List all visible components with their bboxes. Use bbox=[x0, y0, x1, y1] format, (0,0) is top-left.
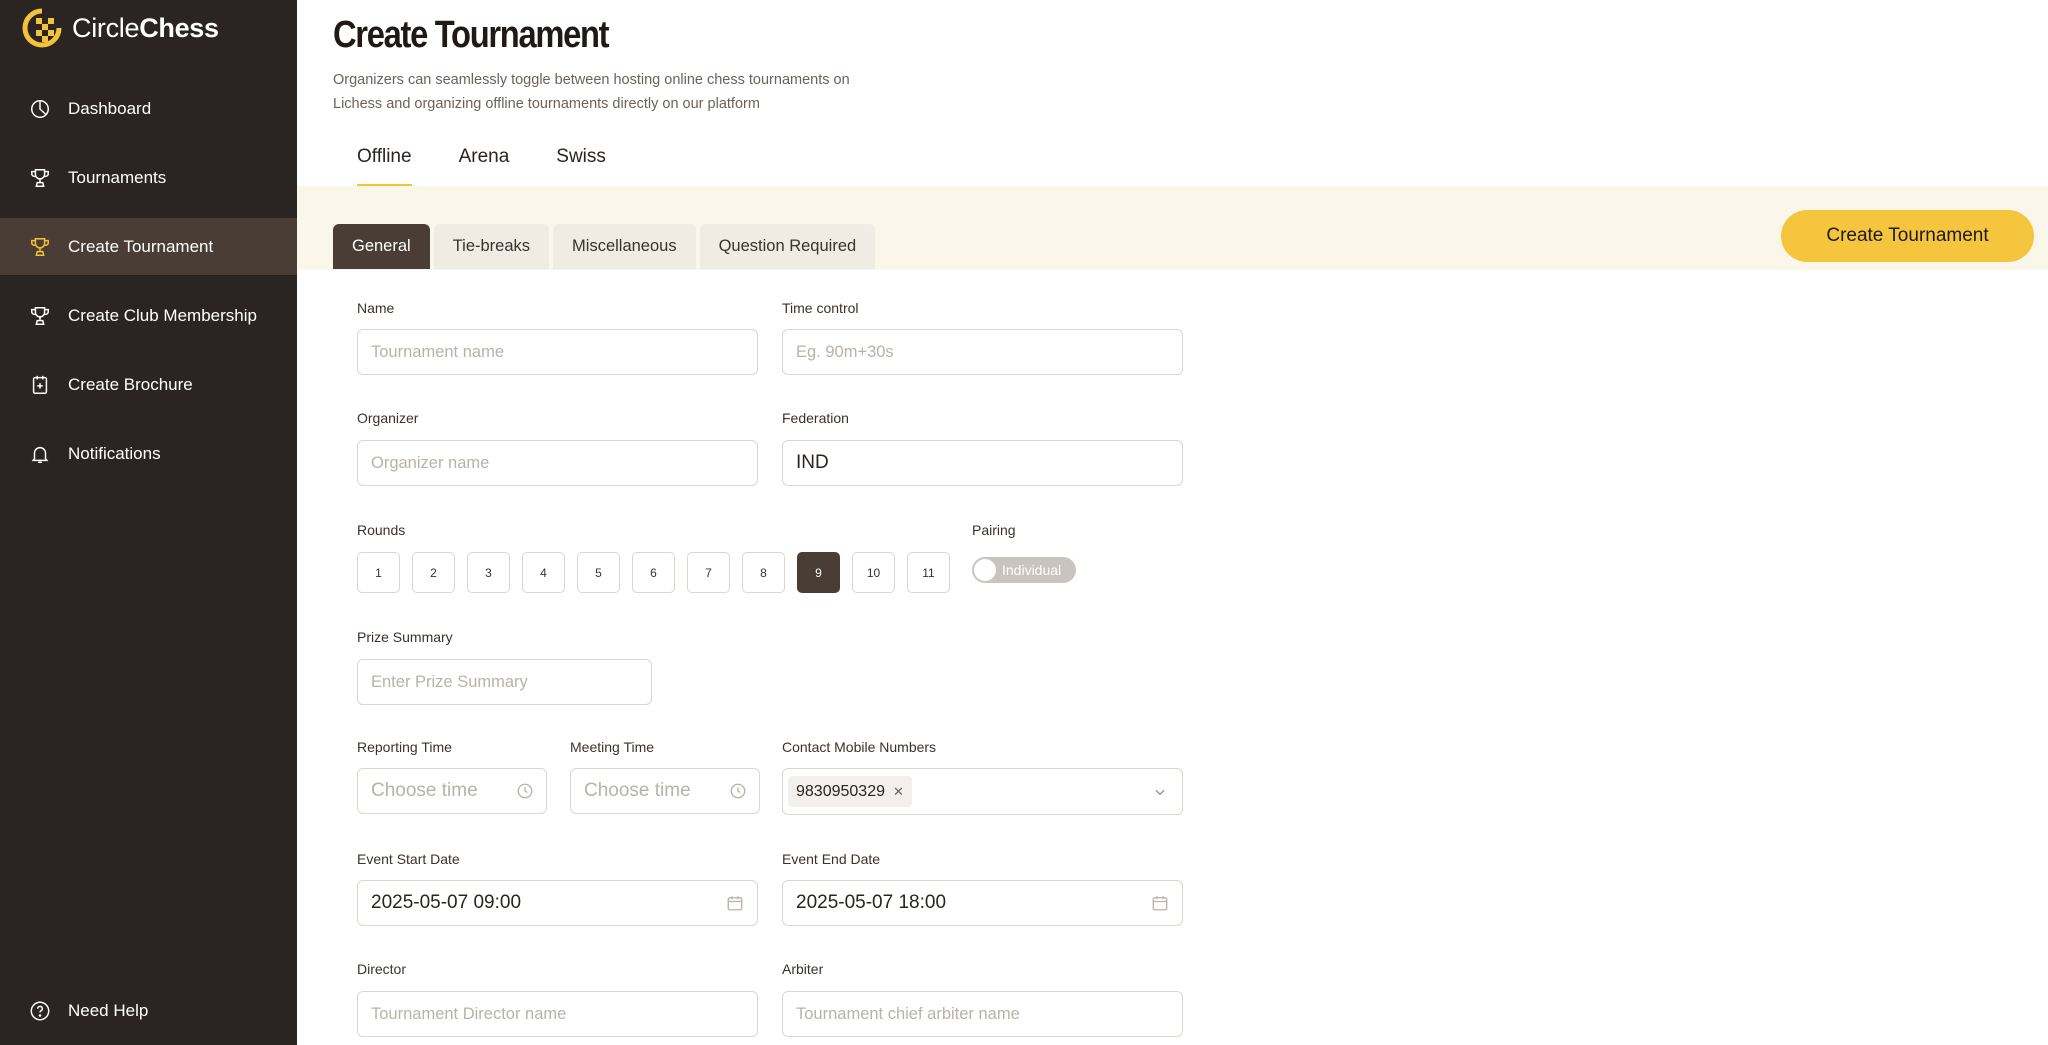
tab-offline[interactable]: Offline bbox=[357, 146, 412, 187]
round-option-8[interactable]: 8 bbox=[742, 552, 785, 593]
circlechess-logo-icon bbox=[22, 8, 62, 48]
round-option-2[interactable]: 2 bbox=[412, 552, 455, 593]
prize-summary-label: Prize Summary bbox=[357, 629, 453, 645]
trophy-icon bbox=[28, 304, 52, 328]
tab-swiss[interactable]: Swiss bbox=[556, 146, 606, 187]
federation-label: Federation bbox=[782, 410, 849, 426]
sidebar: CircleChess Dashboard Tournaments Create… bbox=[0, 0, 297, 1045]
remove-chip-icon[interactable]: ✕ bbox=[893, 784, 904, 800]
sidebar-item-create-club-membership[interactable]: Create Club Membership bbox=[0, 287, 297, 344]
contact-number-value: 9830950329 bbox=[796, 782, 885, 800]
meeting-time-label: Meeting Time bbox=[570, 739, 655, 755]
contact-numbers-select[interactable]: 9830950329 ✕ bbox=[782, 768, 1183, 815]
time-control-label: Time control bbox=[782, 300, 859, 316]
create-tournament-button[interactable]: Create Tournament bbox=[1781, 210, 2034, 262]
round-option-11[interactable]: 11 bbox=[907, 552, 950, 593]
event-start-date-label: Event Start Date bbox=[357, 851, 460, 867]
round-option-6[interactable]: 6 bbox=[632, 552, 675, 593]
prize-summary-input[interactable] bbox=[357, 659, 652, 705]
tournament-name-input[interactable] bbox=[357, 329, 758, 375]
form-tabs: General Tie-breaks Miscellaneous Questio… bbox=[333, 224, 876, 269]
rounds-selector: 1 2 3 4 5 6 7 8 9 10 11 bbox=[357, 552, 950, 593]
sidebar-item-label: Create Club Membership bbox=[68, 305, 257, 325]
tab-arena[interactable]: Arena bbox=[459, 146, 510, 187]
time-control-input[interactable] bbox=[782, 329, 1183, 375]
arbiter-input[interactable] bbox=[782, 991, 1183, 1037]
pairing-label: Pairing bbox=[972, 522, 1016, 538]
tab-tie-breaks[interactable]: Tie-breaks bbox=[433, 224, 550, 269]
trophy-icon bbox=[28, 235, 52, 259]
contact-numbers-label: Contact Mobile Numbers bbox=[782, 739, 937, 755]
round-option-1[interactable]: 1 bbox=[357, 552, 400, 593]
round-option-10[interactable]: 10 bbox=[852, 552, 895, 593]
contact-number-chip: 9830950329 ✕ bbox=[788, 776, 912, 807]
logo[interactable]: CircleChess bbox=[22, 6, 219, 50]
tab-question-required[interactable]: Question Required bbox=[699, 224, 876, 269]
help-circle-icon bbox=[28, 999, 52, 1023]
clock-icon bbox=[515, 781, 535, 801]
director-input[interactable] bbox=[357, 991, 758, 1037]
sidebar-item-create-tournament[interactable]: Create Tournament bbox=[0, 218, 297, 275]
round-option-7[interactable]: 7 bbox=[687, 552, 730, 593]
sidebar-item-notifications[interactable]: Notifications bbox=[0, 425, 297, 482]
event-start-date-input[interactable] bbox=[357, 880, 758, 926]
tab-miscellaneous[interactable]: Miscellaneous bbox=[553, 224, 696, 269]
sidebar-item-tournaments[interactable]: Tournaments bbox=[0, 149, 297, 206]
reporting-time-label: Reporting Time bbox=[357, 739, 452, 755]
round-option-5[interactable]: 5 bbox=[577, 552, 620, 593]
sidebar-item-create-brochure[interactable]: Create Brochure bbox=[0, 356, 297, 413]
round-option-9[interactable]: 9 bbox=[797, 552, 840, 593]
trophy-icon bbox=[28, 166, 52, 190]
pairing-value: Individual bbox=[1002, 562, 1062, 578]
chevron-down-icon[interactable] bbox=[1150, 782, 1170, 802]
director-label: Director bbox=[357, 961, 407, 977]
brochure-add-icon bbox=[28, 373, 52, 397]
mode-tabs: Offline Arena Swiss bbox=[357, 146, 606, 187]
sidebar-item-dashboard[interactable]: Dashboard bbox=[0, 80, 297, 137]
sidebar-item-label: Notifications bbox=[68, 443, 161, 463]
sidebar-item-label: Dashboard bbox=[68, 98, 152, 118]
federation-input[interactable] bbox=[782, 440, 1183, 486]
pie-chart-icon bbox=[28, 97, 52, 121]
round-option-4[interactable]: 4 bbox=[522, 552, 565, 593]
need-help-label: Need Help bbox=[68, 1001, 149, 1020]
sidebar-nav: Dashboard Tournaments Create Tournament … bbox=[0, 80, 297, 494]
rounds-label: Rounds bbox=[357, 522, 406, 538]
page-description: Organizers can seamlessly toggle between… bbox=[333, 72, 850, 112]
sidebar-item-label: Create Brochure bbox=[68, 374, 193, 394]
round-option-3[interactable]: 3 bbox=[467, 552, 510, 593]
organizer-label: Organizer bbox=[357, 410, 419, 426]
pairing-toggle[interactable]: Individual bbox=[972, 557, 1076, 583]
calendar-icon bbox=[725, 893, 745, 913]
logo-text: CircleChess bbox=[72, 12, 219, 43]
toggle-knob bbox=[974, 559, 996, 581]
event-end-date-label: Event End Date bbox=[782, 851, 881, 867]
name-label: Name bbox=[357, 300, 395, 316]
arbiter-label: Arbiter bbox=[782, 961, 824, 977]
bell-icon bbox=[28, 442, 52, 466]
main-content: Create Tournament Organizers can seamles… bbox=[297, 0, 2048, 1045]
need-help-link[interactable]: Need Help bbox=[28, 999, 148, 1023]
clock-icon bbox=[728, 781, 748, 801]
calendar-icon bbox=[1150, 893, 1170, 913]
organizer-input[interactable] bbox=[357, 440, 758, 486]
page-title: Create Tournament bbox=[333, 14, 610, 56]
sidebar-item-label: Tournaments bbox=[68, 167, 167, 187]
event-end-date-input[interactable] bbox=[782, 880, 1183, 926]
tab-general[interactable]: General bbox=[333, 224, 430, 269]
sidebar-item-label: Create Tournament bbox=[68, 236, 214, 256]
